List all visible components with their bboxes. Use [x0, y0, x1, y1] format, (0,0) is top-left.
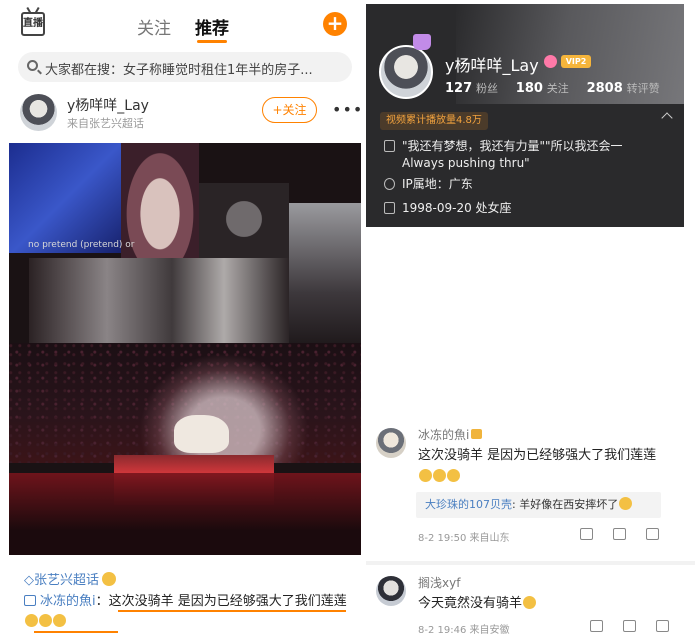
following-label: 关注 [546, 82, 569, 95]
highlight-underline [34, 631, 118, 633]
share-icon[interactable] [580, 528, 593, 540]
comment-text: 这次没骑羊 是因为已经够强大了我们莲莲 [418, 448, 657, 463]
profile-card[interactable]: y杨咩咩_Lay VIP2 127 粉丝 180 关注 2808 转评赞 视频累… [366, 4, 684, 227]
profile-name: y杨咩咩_Lay [445, 56, 539, 75]
more-options-icon[interactable]: ••• [332, 100, 361, 119]
following-count[interactable]: 180 [516, 81, 543, 96]
comment-icon[interactable] [623, 620, 636, 632]
comment-icon[interactable] [613, 528, 626, 540]
reply-user[interactable]: 大珍珠的107贝壳 [425, 498, 512, 511]
reply-preview[interactable]: 大珍珠的107贝壳: 羊好像在西安摔坏了 [416, 492, 661, 518]
document-icon [384, 140, 395, 152]
avatar[interactable] [20, 94, 57, 131]
tab-following[interactable]: 关注 [137, 14, 171, 39]
laugh-emoji-icon [25, 614, 38, 627]
crown-icon [413, 34, 431, 50]
comment-user-name[interactable]: 冰冻的魚i [418, 426, 483, 443]
heart-eyes-emoji-icon [53, 614, 66, 627]
calendar-icon [384, 202, 395, 214]
interactions-count: 2808 [586, 81, 623, 96]
photo-caption: no pretend (pretend) or [28, 240, 135, 250]
profile-stats: 127 粉丝 180 关注 2808 转评赞 [445, 80, 674, 96]
comment-colon: ： [95, 594, 109, 609]
comment-item: 搁浅xyf 今天竟然没有骑羊 8-2 19:46 来自安徽 [366, 568, 695, 643]
comment-item: 冰冻的魚i 这次没骑羊 是因为已经够强大了我们莲莲 大珍珠的107贝壳: 羊好像… [366, 420, 695, 550]
diamond-icon: ◇ [24, 573, 34, 588]
avatar[interactable] [376, 576, 406, 606]
photo-stage-sheep [174, 415, 229, 453]
active-tab-indicator [197, 40, 227, 43]
interactions-label: 转评赞 [626, 82, 660, 95]
search-icon [27, 60, 38, 71]
comment-meta: 8-2 19:46 来自安徽 [418, 625, 510, 636]
follow-button[interactable]: +关注 [262, 97, 317, 123]
post-header: y杨咩咩_Lay 来自张艺兴超话 +关注 ••• [0, 86, 361, 142]
laugh-emoji-icon [39, 614, 52, 627]
video-views-badge: 视频累计播放量4.8万 [380, 112, 488, 130]
photo-panel-blue [9, 143, 124, 253]
like-icon[interactable] [656, 620, 669, 632]
comment-body: 今天竟然没有骑羊 [418, 593, 668, 614]
comment-user[interactable]: 冰冻的魚i [40, 594, 96, 609]
fans-count[interactable]: 127 [445, 81, 472, 96]
smile-emoji-icon [102, 572, 117, 586]
avatar[interactable] [376, 428, 406, 458]
like-icon[interactable] [646, 528, 659, 540]
search-placeholder: 大家都在搜：女子称睡觉时租住1年半的房子... [45, 63, 313, 78]
female-icon [544, 55, 557, 68]
laugh-emoji-icon [419, 469, 432, 482]
comment-text: 这次没骑羊 是因为已经够强大了我们莲莲 [108, 594, 347, 609]
laugh-emoji-icon [619, 497, 633, 510]
divider [366, 561, 695, 565]
comment-text: 今天竟然没有骑羊 [418, 596, 523, 611]
crown-badge-icon [471, 429, 483, 439]
comment-user-name[interactable]: 搁浅xyf [418, 574, 460, 591]
laugh-emoji-icon [433, 469, 446, 482]
feed-panel: 直播 关注 推荐 + 大家都在搜：女子称睡觉时租住1年半的房子... y杨咩咩_… [0, 0, 361, 643]
share-icon[interactable] [590, 620, 603, 632]
photo-panel-mid [29, 258, 289, 353]
feed-topbar: 直播 关注 推荐 + [0, 0, 361, 50]
comment-preview[interactable]: 冰冻的魚i：这次没骑羊 是因为已经够强大了我们莲莲 [24, 592, 354, 632]
ip-text: IP属地：广东 [402, 177, 473, 191]
bio-text: "我还有梦想，我还有力量""所以我还会一Always pushing thru" [402, 139, 623, 170]
post-source: 来自张艺兴超话 [67, 117, 144, 130]
vip-badge: VIP2 [561, 55, 591, 68]
heart-eyes-emoji-icon [447, 469, 460, 482]
tab-recommended[interactable]: 推荐 [195, 14, 229, 39]
birthday-text: 1998-09-20 处女座 [402, 201, 512, 215]
post-photo[interactable]: no pretend (pretend) or [9, 143, 361, 555]
comment-icon [24, 595, 36, 606]
wink-emoji-icon [523, 596, 537, 609]
profile-avatar[interactable] [379, 45, 433, 99]
post-author-name[interactable]: y杨咩咩_Lay [67, 95, 149, 115]
chevron-up-icon[interactable] [661, 112, 673, 124]
comment-meta: 8-2 19:50 来自山东 [418, 533, 510, 544]
add-post-button[interactable]: + [323, 12, 347, 36]
topic-link[interactable]: ◇张艺兴超话 [24, 569, 117, 588]
comment-body: 这次没骑羊 是因为已经够强大了我们莲莲 [418, 445, 668, 487]
fans-label: 粉丝 [475, 82, 498, 95]
comment-user-label: 冰冻的魚i [418, 428, 470, 442]
profile-panel: y杨咩咩_Lay VIP2 127 粉丝 180 关注 2808 转评赞 视频累… [366, 0, 695, 643]
topic-label: 张艺兴超话 [34, 573, 100, 588]
photo-stage-floor [9, 473, 361, 555]
location-icon [384, 178, 395, 190]
highlight-underline [118, 610, 346, 612]
search-bar[interactable]: 大家都在搜：女子称睡觉时租住1年半的房子... [18, 52, 352, 82]
reply-text: 羊好像在西安摔坏了 [519, 498, 619, 511]
live-tv-icon[interactable]: 直播 [21, 12, 45, 36]
photo-panel-right [289, 203, 361, 353]
